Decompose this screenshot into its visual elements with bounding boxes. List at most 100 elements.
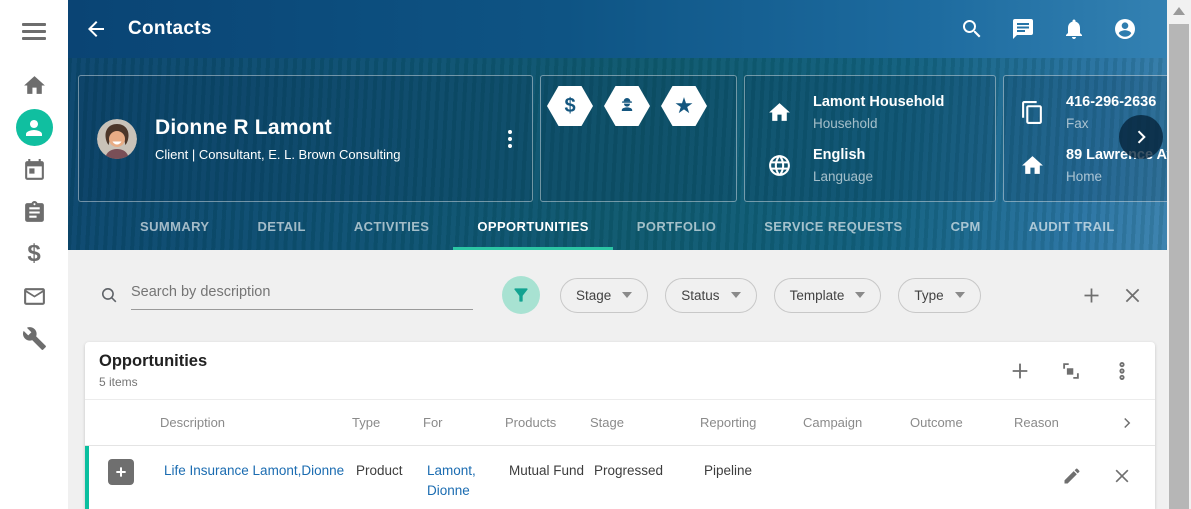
household-row[interactable]: Lamont Household Household <box>767 94 995 131</box>
sidebar-item-calendar[interactable] <box>14 150 54 190</box>
calendar-icon <box>22 158 47 183</box>
select-frame-icon <box>1060 360 1082 382</box>
cell-products: Mutual Fund <box>509 446 594 481</box>
content-area: Opportunities 5 items <box>68 340 1167 509</box>
tab-detail[interactable]: DETAIL <box>233 202 329 250</box>
household-card: Lamont Household Household English Langu… <box>744 75 996 202</box>
sidebar-item-home[interactable] <box>14 65 54 105</box>
column-products[interactable]: Products <box>505 415 590 430</box>
scroll-up-arrow[interactable] <box>1167 0 1191 22</box>
dropdown-template[interactable]: Template <box>774 278 882 313</box>
home-icon <box>22 73 47 98</box>
add-opportunity-button[interactable] <box>1009 360 1031 382</box>
kebab-menu-icon <box>1111 360 1133 382</box>
plus-icon <box>1009 360 1031 382</box>
profile-overflow-menu-icon[interactable] <box>502 124 518 154</box>
dropdown-template-label: Template <box>790 288 845 303</box>
dropdown-type[interactable]: Type <box>898 278 980 313</box>
column-stage[interactable]: Stage <box>590 415 700 430</box>
language-label: Language <box>813 169 873 184</box>
dropdown-type-label: Type <box>914 288 943 303</box>
table-header-row: Description Type For Products Stage Repo… <box>85 400 1155 446</box>
vertical-scrollbar[interactable] <box>1167 0 1191 509</box>
left-rail: $ <box>0 0 68 509</box>
sidebar-item-tools[interactable] <box>14 318 54 358</box>
plus-icon <box>113 464 129 480</box>
language-row[interactable]: English Language <box>767 147 995 184</box>
tab-audit-trail[interactable]: AUDIT TRAIL <box>1005 202 1139 250</box>
dropdown-stage[interactable]: Stage <box>560 278 648 313</box>
pages-icon <box>1020 100 1045 125</box>
back-arrow-icon[interactable] <box>84 17 108 41</box>
column-description[interactable]: Description <box>160 415 352 430</box>
contact-tabs: SUMMARY DETAIL ACTIVITIES OPPORTUNITIES … <box>68 202 1167 250</box>
table-row[interactable]: Life Insurance Lamont,Dionne Product Lam… <box>85 446 1155 509</box>
worker-hex-icon <box>615 94 639 118</box>
dropdown-stage-label: Stage <box>576 288 611 303</box>
tab-portfolio[interactable]: PORTFOLIO <box>613 202 740 250</box>
fax-value: 416-296-2636 <box>1066 94 1156 110</box>
chevron-down-icon <box>855 292 865 298</box>
sidebar-item-contacts[interactable] <box>16 109 53 146</box>
expand-selection-button[interactable] <box>1060 360 1082 382</box>
wrench-icon <box>22 326 47 351</box>
filter-button[interactable] <box>502 276 540 314</box>
tab-service-requests[interactable]: SERVICE REQUESTS <box>740 202 926 250</box>
contact-name: Dionne R Lamont <box>155 116 400 140</box>
tab-opportunities[interactable]: OPPORTUNITIES <box>453 202 612 250</box>
dollar-hex-icon: $ <box>564 95 575 118</box>
carousel-next-button[interactable] <box>1119 115 1163 159</box>
star-hex-badge[interactable]: ★ <box>661 86 707 126</box>
sidebar-item-tasks[interactable] <box>14 192 54 232</box>
avatar[interactable] <box>97 119 137 159</box>
search-input[interactable] <box>131 280 473 310</box>
column-outcome[interactable]: Outcome <box>910 415 1014 430</box>
hamburger-menu-icon[interactable] <box>22 19 46 44</box>
column-for[interactable]: For <box>423 415 505 430</box>
column-type[interactable]: Type <box>352 415 423 430</box>
tab-cpm[interactable]: CPM <box>927 202 1005 250</box>
home-address-label: Home <box>1066 169 1167 184</box>
tab-activities[interactable]: ACTIVITIES <box>330 202 454 250</box>
notifications-bell-icon[interactable] <box>1062 17 1086 41</box>
chevron-down-icon <box>622 292 632 298</box>
person-icon <box>22 116 46 140</box>
search-icon[interactable] <box>960 17 984 41</box>
star-hex-icon: ★ <box>674 95 694 117</box>
account-icon[interactable] <box>1113 17 1137 41</box>
chevron-down-icon <box>955 292 965 298</box>
dropdown-status-label: Status <box>681 288 719 303</box>
column-campaign[interactable]: Campaign <box>803 415 910 430</box>
tab-summary[interactable]: SUMMARY <box>116 202 233 250</box>
badges-card: $ ★ <box>540 75 737 202</box>
card-title: Opportunities <box>99 352 207 371</box>
sidebar-item-finance[interactable]: $ <box>14 234 54 274</box>
column-reason[interactable]: Reason <box>1014 415 1059 430</box>
opportunity-for-link[interactable]: Lamont, Dionne <box>427 463 476 498</box>
scrollbar-thumb[interactable] <box>1169 24 1189 509</box>
home-icon <box>767 100 792 125</box>
card-overflow-menu[interactable] <box>1111 360 1133 382</box>
opportunity-type-badge <box>108 459 134 485</box>
chat-icon[interactable] <box>1011 17 1035 41</box>
contact-details-card: 416-296-2636 Fax 89 Lawrence Av Home <box>1003 75 1167 202</box>
clear-filters-button[interactable] <box>1122 285 1143 306</box>
language-value: English <box>813 147 873 163</box>
cell-reason <box>1018 446 1055 461</box>
search-icon <box>100 286 119 305</box>
sidebar-item-mail[interactable] <box>14 276 54 316</box>
chevron-right-icon <box>1118 414 1136 432</box>
dollar-hex-badge[interactable]: $ <box>547 86 593 126</box>
add-filter-button[interactable] <box>1081 285 1102 306</box>
edit-pencil-icon[interactable] <box>1062 466 1082 486</box>
opportunity-description-link[interactable]: Life Insurance Lamont,Dionne <box>164 463 344 478</box>
column-reporting[interactable]: Reporting <box>700 415 803 430</box>
cell-stage: Progressed <box>594 446 704 481</box>
dropdown-status[interactable]: Status <box>665 278 756 313</box>
worker-hex-badge[interactable] <box>604 86 650 126</box>
plus-icon <box>1081 285 1102 306</box>
main-area: Contacts <box>68 0 1167 509</box>
more-columns-button[interactable] <box>1118 414 1136 432</box>
delete-x-icon[interactable] <box>1112 466 1132 486</box>
mail-icon <box>22 284 47 309</box>
